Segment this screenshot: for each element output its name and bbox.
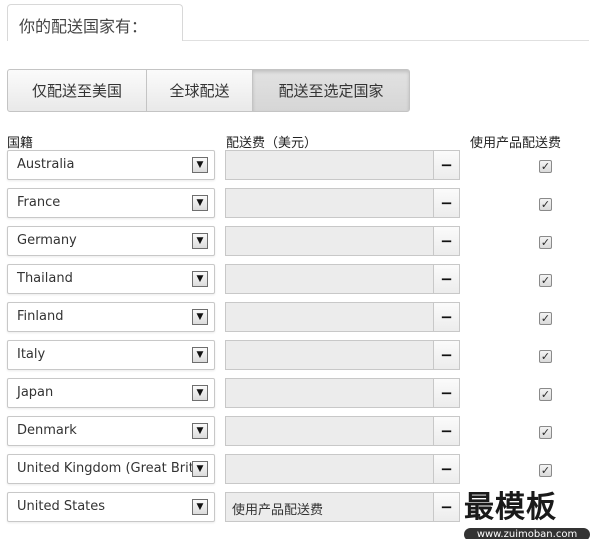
use-product-fee-checkbox[interactable]: ✓: [539, 160, 552, 173]
country-row: Germany ▼ − ✓: [0, 226, 600, 264]
country-column-header: 国籍: [7, 136, 34, 151]
country-select[interactable]: Australia ▼: [7, 150, 215, 180]
shipping-countries-tab[interactable]: 你的配送国家有：: [7, 4, 183, 41]
country-select[interactable]: Thailand ▼: [7, 264, 215, 294]
chevron-down-icon[interactable]: ▼: [192, 195, 208, 211]
fee-column-header: 配送费（美元）: [226, 136, 318, 151]
country-row: Australia ▼ − ✓: [0, 150, 600, 188]
check-icon: ✓: [540, 464, 551, 477]
country-select[interactable]: France ▼: [7, 188, 215, 218]
use-product-fee-checkbox[interactable]: ✓: [539, 388, 552, 401]
use-product-fee-column-header: 使用产品配送费: [470, 136, 562, 151]
minus-icon[interactable]: −: [433, 340, 460, 370]
minus-icon[interactable]: −: [433, 378, 460, 408]
country-select[interactable]: Denmark ▼: [7, 416, 215, 446]
shipping-fee-input[interactable]: 使用产品配送费: [225, 492, 434, 522]
use-product-fee-checkbox[interactable]: ✓: [539, 426, 552, 439]
minus-icon[interactable]: −: [433, 188, 460, 218]
chevron-down-icon[interactable]: ▼: [192, 385, 208, 401]
use-product-fee-checkbox[interactable]: ✓: [539, 236, 552, 249]
country-select-value: Finland: [17, 309, 64, 324]
country-select-value: Denmark: [17, 423, 77, 438]
shipping-fee-input[interactable]: [225, 340, 434, 370]
check-icon: ✓: [540, 426, 551, 439]
shipping-fee-input[interactable]: [225, 226, 434, 256]
use-product-fee-checkbox[interactable]: ✓: [539, 312, 552, 325]
country-row: Thailand ▼ − ✓: [0, 264, 600, 302]
chevron-down-icon[interactable]: ▼: [192, 309, 208, 325]
shipping-fee-input[interactable]: [225, 378, 434, 408]
country-select[interactable]: United States ▼: [7, 492, 215, 522]
worldwide-button[interactable]: 全球配送: [146, 69, 253, 112]
chevron-down-icon[interactable]: ▼: [192, 157, 208, 173]
country-select[interactable]: Italy ▼: [7, 340, 215, 370]
check-icon: ✓: [540, 274, 551, 287]
shipping-fee-input[interactable]: [225, 454, 434, 484]
minus-icon[interactable]: −: [433, 150, 460, 180]
country-select-value: Japan: [17, 385, 54, 400]
country-rows: Australia ▼ − ✓ France ▼ − ✓ Germany ▼ − ✓ Thailand ▼…: [0, 150, 600, 530]
use-product-fee-checkbox[interactable]: ✓: [539, 350, 552, 363]
chevron-down-icon[interactable]: ▼: [192, 347, 208, 363]
check-icon: ✓: [540, 350, 551, 363]
country-row: Finland ▼ − ✓: [0, 302, 600, 340]
shipping-fee-input[interactable]: [225, 416, 434, 446]
shipping-fee-input[interactable]: [225, 302, 434, 332]
shipping-fee-input[interactable]: [225, 188, 434, 218]
chevron-down-icon[interactable]: ▼: [192, 271, 208, 287]
country-select-value: Germany: [17, 233, 77, 248]
tab-divider: [183, 40, 589, 41]
check-icon: ✓: [540, 312, 551, 325]
minus-icon[interactable]: −: [433, 264, 460, 294]
minus-icon[interactable]: −: [433, 454, 460, 484]
us-only-button[interactable]: 仅配送至美国: [7, 69, 147, 112]
check-icon: ✓: [540, 388, 551, 401]
country-row: Denmark ▼ − ✓: [0, 416, 600, 454]
country-row: Italy ▼ − ✓: [0, 340, 600, 378]
check-icon: ✓: [540, 198, 551, 211]
watermark: 最模板 www.zuimoban.com: [464, 482, 594, 539]
minus-icon[interactable]: −: [433, 226, 460, 256]
chevron-down-icon[interactable]: ▼: [192, 499, 208, 515]
minus-icon[interactable]: −: [433, 492, 460, 522]
country-select[interactable]: Germany ▼: [7, 226, 215, 256]
watermark-logo: 最模板: [464, 490, 557, 525]
watermark-url: www.zuimoban.com: [464, 528, 590, 539]
check-icon: ✓: [540, 236, 551, 249]
chevron-down-icon[interactable]: ▼: [192, 423, 208, 439]
use-product-fee-checkbox[interactable]: ✓: [539, 198, 552, 211]
shipping-mode-selector: 仅配送至美国 全球配送 配送至选定国家: [7, 69, 410, 112]
chevron-down-icon[interactable]: ▼: [192, 233, 208, 249]
country-row: Japan ▼ − ✓: [0, 378, 600, 416]
shipping-fee-input[interactable]: [225, 264, 434, 294]
country-select-value: Australia: [17, 157, 75, 172]
country-select-value: Thailand: [17, 271, 73, 286]
country-select-value: United States: [17, 499, 106, 514]
use-product-fee-checkbox[interactable]: ✓: [539, 464, 552, 477]
shipping-fee-input[interactable]: [225, 150, 434, 180]
country-select[interactable]: Finland ▼: [7, 302, 215, 332]
country-select-value: Italy: [17, 347, 46, 362]
shipping-countries-title: 你的配送国家有：: [19, 17, 148, 36]
country-select[interactable]: United Kingdom (Great Britai ▼: [7, 454, 215, 484]
minus-icon[interactable]: −: [433, 416, 460, 446]
selected-countries-button[interactable]: 配送至选定国家: [252, 69, 410, 112]
country-select[interactable]: Japan ▼: [7, 378, 215, 408]
country-select-value: France: [17, 195, 61, 210]
check-icon: ✓: [540, 160, 551, 173]
chevron-down-icon[interactable]: ▼: [192, 461, 208, 477]
country-select-value: United Kingdom (Great Britai: [17, 461, 206, 476]
use-product-fee-checkbox[interactable]: ✓: [539, 274, 552, 287]
country-row: France ▼ − ✓: [0, 188, 600, 226]
minus-icon[interactable]: −: [433, 302, 460, 332]
